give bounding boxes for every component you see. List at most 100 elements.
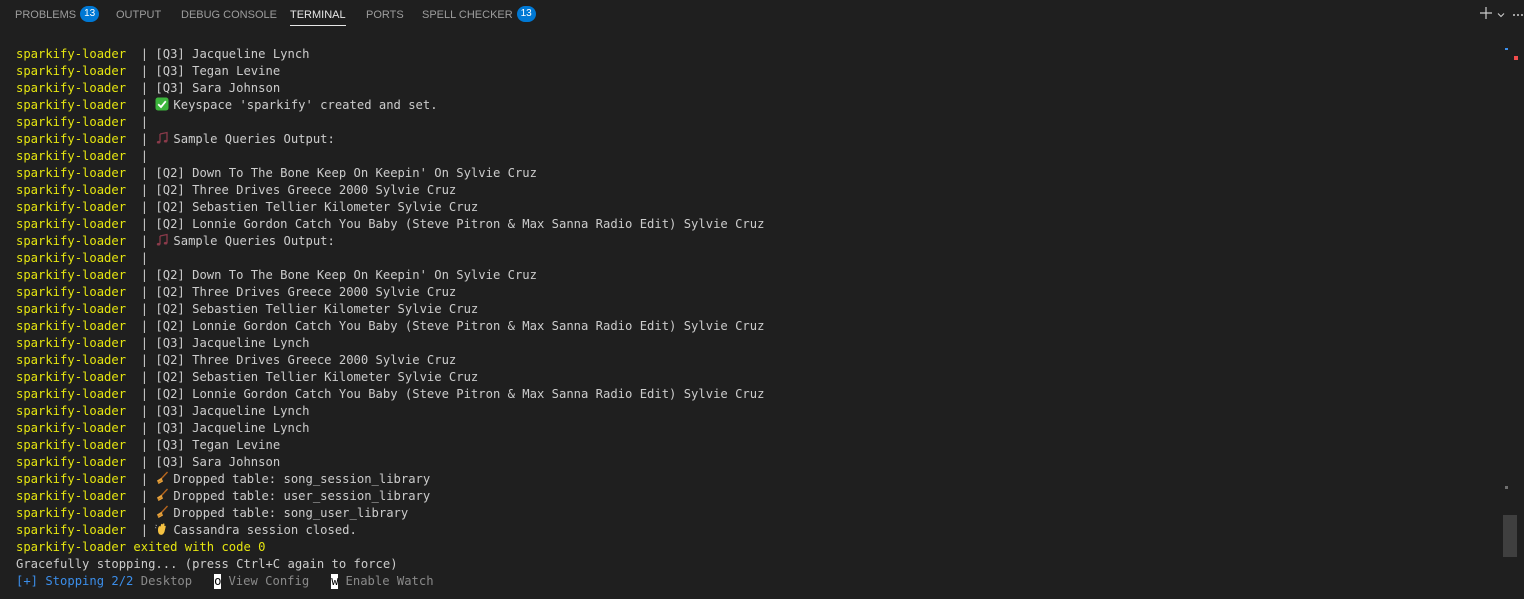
terminal-line: sparkify-loader | [Q2] Down To The Bone … <box>16 165 537 182</box>
service-name: sparkify-loader <box>16 387 127 401</box>
service-name: sparkify-loader <box>16 132 127 146</box>
service-name: sparkify-loader <box>16 251 127 265</box>
log-separator: | <box>126 438 156 452</box>
stopping-target: Desktop <box>140 574 215 588</box>
terminal-line: sparkify-loader | [Q3] Jacqueline Lynch <box>16 420 310 437</box>
service-name: sparkify-loader <box>16 404 127 418</box>
service-name: sparkify-loader <box>16 336 127 350</box>
log-message: Dropped table: song_user_library <box>173 506 409 520</box>
terminal-line: sparkify-loader | [Q2] Sebastien Tellier… <box>16 199 478 216</box>
log-message: [Q2] Sebastien Tellier Kilometer Sylvie … <box>155 302 479 316</box>
log-separator: | <box>126 149 156 163</box>
music-note-icon <box>155 131 173 146</box>
tab-spell-checker[interactable]: SPELL CHECKER 13 <box>422 0 536 30</box>
log-message: [Q3] Jacqueline Lynch <box>155 421 310 435</box>
log-message: [Q2] Down To The Bone Keep On Keepin' On… <box>155 268 537 282</box>
terminal-line: sparkify-loader | [Q2] Lonnie Gordon Cat… <box>16 386 764 403</box>
enable-watch-label: Enable Watch <box>338 574 434 588</box>
tab-debug-console[interactable]: DEBUG CONSOLE <box>181 0 277 30</box>
exit-status-line: sparkify-loader exited with code 0 <box>16 539 265 556</box>
terminal-line: sparkify-loader | <box>16 148 155 165</box>
log-message: [Q2] Lonnie Gordon Catch You Baby (Steve… <box>155 217 765 231</box>
service-name: sparkify-loader <box>16 370 127 384</box>
terminal-dropdown-button[interactable] <box>1495 6 1507 24</box>
log-separator: | <box>126 285 156 299</box>
log-message: [Q2] Sebastien Tellier Kilometer Sylvie … <box>155 370 479 384</box>
service-name: sparkify-loader <box>16 319 127 333</box>
log-message: [Q2] Lonnie Gordon Catch You Baby (Steve… <box>155 387 765 401</box>
scrollbar-error-marker <box>1514 56 1518 60</box>
log-separator: | <box>126 404 156 418</box>
tab-label: PORTS <box>366 9 404 21</box>
broom-icon <box>155 488 173 503</box>
log-separator: | <box>126 523 156 537</box>
log-separator: | <box>126 183 156 197</box>
terminal-line: sparkify-loader | <box>16 114 155 131</box>
log-message: [Q3] Tegan Levine <box>155 64 281 78</box>
log-separator: | <box>126 302 156 316</box>
terminal-line: sparkify-loader | Sample Queries Output: <box>16 233 335 250</box>
log-separator: | <box>126 370 156 384</box>
service-name: sparkify-loader <box>16 115 127 129</box>
service-name: sparkify-loader <box>16 149 127 163</box>
more-actions-button[interactable] <box>1512 6 1524 24</box>
service-name: sparkify-loader <box>16 455 127 469</box>
log-separator: | <box>126 421 156 435</box>
terminal-output[interactable]: sparkify-loader | [Q3] Jacqueline Lynch s… <box>0 46 1500 599</box>
log-message: [Q2] Down To The Bone Keep On Keepin' On… <box>155 166 537 180</box>
tab-terminal[interactable]: TERMINAL <box>290 0 346 30</box>
log-separator: | <box>126 217 156 231</box>
service-name: sparkify-loader <box>16 489 127 503</box>
terminal-line: sparkify-loader | [Q2] Three Drives Gree… <box>16 182 456 199</box>
tab-label: DEBUG CONSOLE <box>181 9 277 21</box>
log-separator: | <box>126 336 156 350</box>
tab-label: SPELL CHECKER <box>422 9 513 21</box>
log-separator: | <box>126 132 156 146</box>
service-name: sparkify-loader <box>16 64 127 78</box>
log-message: [Q2] Three Drives Greece 2000 Sylvie Cru… <box>155 183 457 197</box>
service-name: sparkify-loader <box>16 234 127 248</box>
service-name: sparkify-loader <box>16 81 127 95</box>
log-separator: | <box>126 166 156 180</box>
service-name: sparkify-loader <box>16 98 127 112</box>
log-message: Cassandra session closed. <box>173 523 357 537</box>
service-name: sparkify-loader <box>16 217 127 231</box>
log-message: [Q2] Three Drives Greece 2000 Sylvie Cru… <box>155 285 457 299</box>
log-message: Dropped table: user_session_library <box>173 489 431 503</box>
tab-problems[interactable]: PROBLEMS 13 <box>15 0 100 30</box>
service-name: sparkify-loader <box>16 506 127 520</box>
spell-checker-count-badge: 13 <box>516 6 536 23</box>
terminal-line: sparkify-loader | [Q2] Three Drives Gree… <box>16 284 456 301</box>
service-name: sparkify-loader <box>16 472 127 486</box>
terminal-line: sparkify-loader | [Q3] Sara Johnson <box>16 454 280 471</box>
check-mark-icon <box>155 97 173 112</box>
problems-count-badge: 13 <box>80 6 100 23</box>
log-separator: | <box>126 64 156 78</box>
tab-output[interactable]: OUTPUT <box>116 0 161 30</box>
service-name: sparkify-loader <box>16 268 127 282</box>
terminal-line: sparkify-loader | Sample Queries Output: <box>16 131 335 148</box>
log-message: Keyspace 'sparkify' created and set. <box>173 98 438 112</box>
scrollbar-marker <box>1505 486 1508 489</box>
log-message: [Q3] Jacqueline Lynch <box>155 404 310 418</box>
log-message: [Q3] Jacqueline Lynch <box>155 336 310 350</box>
service-name: sparkify-loader <box>16 421 127 435</box>
log-message: [Q2] Sebastien Tellier Kilometer Sylvie … <box>155 200 479 214</box>
log-separator: | <box>126 200 156 214</box>
new-terminal-button[interactable] <box>1478 6 1494 24</box>
terminal-line: sparkify-loader | [Q3] Tegan Levine <box>16 63 280 80</box>
broom-icon <box>155 471 173 486</box>
chevron-down-icon <box>1497 13 1505 18</box>
terminal-line: sparkify-loader | [Q2] Lonnie Gordon Cat… <box>16 318 764 335</box>
log-message: [Q3] Sara Johnson <box>155 81 281 95</box>
plus-icon <box>1480 7 1492 19</box>
terminal-line: sparkify-loader | Dropped table: song_se… <box>16 471 430 488</box>
active-tab-indicator <box>290 25 346 26</box>
scrollbar-thumb[interactable] <box>1503 515 1517 557</box>
log-separator: | <box>126 268 156 282</box>
tab-ports[interactable]: PORTS <box>366 0 404 30</box>
graceful-stop-message: Gracefully stopping... (press Ctrl+C aga… <box>16 557 398 571</box>
log-message: [Q3] Sara Johnson <box>155 455 281 469</box>
service-name: sparkify-loader <box>16 200 127 214</box>
waving-hand-icon <box>155 523 173 537</box>
